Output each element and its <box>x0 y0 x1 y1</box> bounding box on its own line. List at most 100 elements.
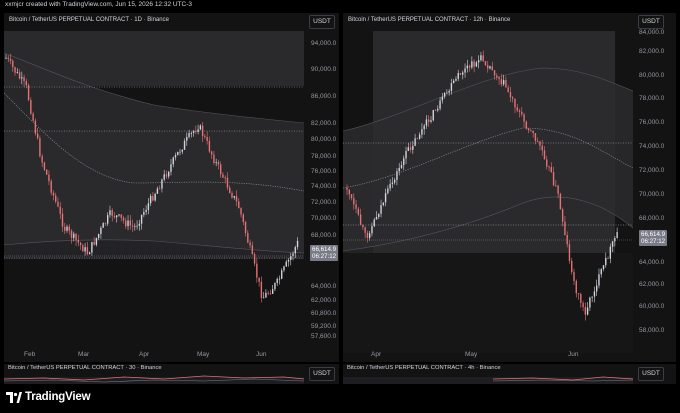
right-time-tick-0: Apr <box>371 351 382 358</box>
right-candle-body <box>407 147 409 152</box>
left-candle-body <box>68 226 70 231</box>
left-sub-chart[interactable]: Bitcoin / TetherUS PERPETUAL CONTRACT · … <box>4 364 339 384</box>
left-candle-body <box>269 293 272 295</box>
left-candle-body <box>229 187 231 193</box>
right-candle-body <box>559 193 562 210</box>
left-candle-body <box>27 85 30 101</box>
top-bar: xxmjcr created with TradingView.com, Jun… <box>0 0 680 12</box>
left-candle-body <box>34 120 37 134</box>
right-chart-pane[interactable]: Bitcoin / TetherUS PERPETUAL CONTRACT · … <box>343 13 676 362</box>
left-candle-body <box>233 196 235 198</box>
left-candle-body <box>77 240 80 243</box>
left-price-tick-4: 80,000.0 <box>311 136 337 143</box>
left-candle-body <box>240 208 242 215</box>
right-candle-body <box>550 167 552 173</box>
right-candle-body <box>548 166 550 168</box>
left-candle-body <box>82 245 84 252</box>
tradingview-logo-icon[interactable] <box>6 392 22 404</box>
left-candle-body <box>59 206 61 214</box>
left-candle-body <box>107 215 109 224</box>
left-candle-body <box>213 154 215 163</box>
right-candle-body <box>525 121 528 129</box>
right-candle-body <box>512 97 514 99</box>
left-price-tick-13: 62,000.0 <box>311 297 337 304</box>
left-candle-body <box>64 226 66 231</box>
left-candle-body <box>217 162 220 165</box>
right-chart-canvas[interactable] <box>343 13 676 362</box>
left-candle-body <box>109 210 111 216</box>
tradingview-brand[interactable]: TradingView <box>25 391 91 403</box>
left-price-tick-1: 90,000.0 <box>311 66 337 73</box>
left-candle-body <box>122 217 125 221</box>
left-chart-canvas[interactable] <box>4 13 339 362</box>
right-candle-body <box>350 194 353 199</box>
left-candle-body <box>39 138 41 157</box>
left-candle-body <box>265 292 267 298</box>
left-candle-body <box>79 242 82 246</box>
left-candle-body <box>5 57 7 59</box>
right-candle-body <box>414 138 416 146</box>
right-candle-body <box>575 281 577 294</box>
left-candle-body <box>75 233 77 241</box>
left-candle-body <box>168 171 170 177</box>
right-candle-body <box>523 114 525 122</box>
right-candle-body <box>586 307 589 315</box>
right-candle-body <box>521 111 523 115</box>
left-sub-currency-button[interactable]: USDT <box>309 367 335 381</box>
left-candle-body <box>262 297 265 299</box>
right-sub-currency-button[interactable]: USDT <box>638 367 664 381</box>
right-last-price: 66,614.9 <box>641 231 666 238</box>
right-candle-body <box>530 130 532 132</box>
left-candle-body <box>292 253 294 256</box>
left-candle-body <box>231 192 233 198</box>
right-sub-chart[interactable]: Bitcoin / TetherUS PERPETUAL CONTRACT · … <box>343 364 676 384</box>
right-candle-body <box>532 130 534 134</box>
left-candle-body <box>57 201 59 207</box>
right-candle-body <box>605 257 607 266</box>
left-chart-pane[interactable]: Bitcoin / TetherUS PERPETUAL CONTRACT · … <box>4 13 339 362</box>
left-candle-body <box>267 292 269 294</box>
left-candle-body <box>97 233 100 238</box>
right-candle-body <box>477 60 480 63</box>
right-candle-body <box>387 188 389 194</box>
right-candle-body <box>541 145 543 151</box>
left-time-tick-3: May <box>197 351 210 358</box>
left-currency-button[interactable]: USDT <box>309 15 335 29</box>
left-candle-body <box>41 156 43 163</box>
left-candle-body <box>253 254 256 264</box>
left-candle-body <box>52 192 55 196</box>
right-candle-body <box>534 133 537 141</box>
right-candle-body <box>536 140 539 142</box>
right-candle-body <box>496 75 498 78</box>
left-candle-body <box>143 212 145 215</box>
right-candle-body <box>416 138 419 140</box>
left-candle-body <box>14 67 16 73</box>
left-price-tick-8: 72,000.0 <box>311 199 337 206</box>
left-candle-body <box>215 162 217 163</box>
right-candle-body <box>434 109 437 111</box>
right-time-tick-2: Jun <box>568 351 579 358</box>
left-price-tick-0: 94,000.0 <box>311 40 337 47</box>
right-candle-body <box>487 65 489 69</box>
left-candle-body <box>30 100 32 114</box>
left-time-tick-1: Mar <box>78 351 90 358</box>
left-candle-body <box>48 174 50 182</box>
right-price-tick-2: 80,000.0 <box>639 72 665 79</box>
right-candle-body <box>441 96 444 101</box>
right-candle-body <box>561 209 564 222</box>
left-candle-body <box>18 72 21 79</box>
left-price-tick-7: 74,000.0 <box>311 183 337 190</box>
right-candle-body <box>375 216 378 220</box>
left-countdown: 06:27:12 <box>312 253 337 260</box>
right-currency-button[interactable]: USDT <box>638 15 664 29</box>
left-candle-body <box>16 72 18 74</box>
right-candle-body <box>571 260 573 273</box>
left-time-tick-4: Jun <box>256 351 267 358</box>
left-candle-body <box>125 220 127 227</box>
right-candle-body <box>380 205 382 214</box>
right-candle-body <box>475 62 478 67</box>
right-candle-body <box>580 294 582 303</box>
right-candle-body <box>405 151 407 159</box>
left-candle-body <box>152 195 154 201</box>
left-candle-body <box>127 220 129 227</box>
